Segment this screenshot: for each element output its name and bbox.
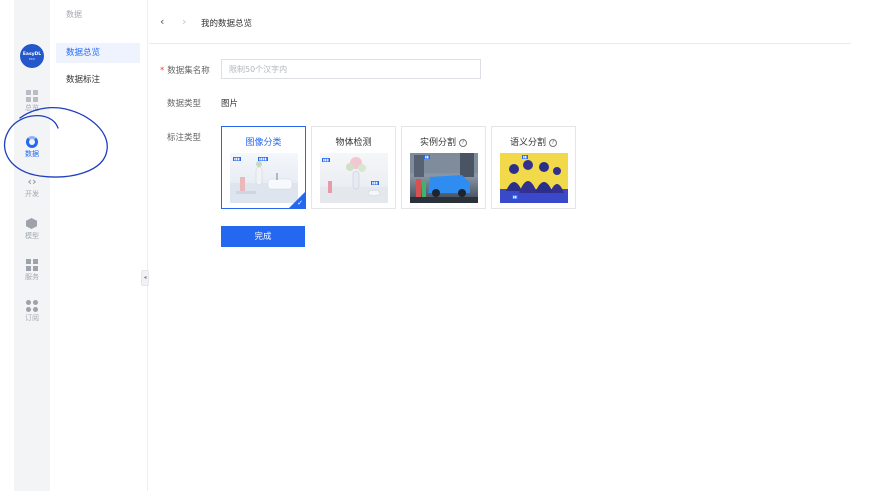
annotation-card-semantic-segmentation[interactable]: 语义分割? ▮▮ ▮▮ bbox=[491, 126, 576, 209]
annotation-tag: ▮▮▮▮ bbox=[258, 157, 268, 161]
rail-item-label: 服务 bbox=[25, 273, 39, 281]
logo-subtext: PRO bbox=[28, 56, 36, 61]
annotation-tag: ▮▮ bbox=[424, 155, 430, 159]
cube-icon bbox=[26, 218, 38, 230]
collapse-sidebar-handle[interactable]: ◂ bbox=[141, 270, 149, 286]
subscription-dots-icon bbox=[26, 300, 38, 312]
street-illustration bbox=[410, 153, 478, 203]
card-title-text: 语义分割 bbox=[509, 138, 546, 148]
back-button[interactable]: ‹ bbox=[160, 16, 164, 28]
rail-item-label: 模型 bbox=[25, 232, 39, 240]
subnav-item-data-annotation[interactable]: 数据标注 bbox=[56, 70, 140, 90]
forward-button[interactable]: › bbox=[182, 16, 186, 28]
data-type-label: 数据类型 bbox=[167, 99, 202, 109]
annotation-tag: ▮▮▮ bbox=[371, 181, 379, 185]
card-title: 物体检测 bbox=[335, 138, 372, 148]
annotation-card-instance-segmentation[interactable]: 实例分割? ▮▮ bbox=[401, 126, 486, 209]
annotation-card-object-detection[interactable]: 物体检测 ▮▮▮ ▮▮▮ bbox=[311, 126, 396, 209]
service-bars-icon bbox=[26, 259, 38, 271]
rail-item-label: 数据 bbox=[25, 150, 39, 158]
rail-item-develop[interactable]: ‹› 开发 bbox=[14, 175, 50, 199]
dataset-name-label: * 数据集名称 bbox=[160, 64, 210, 76]
annotation-type-label: 标注类型 bbox=[167, 133, 202, 143]
submit-button[interactable]: 完成 bbox=[221, 226, 305, 247]
vase-illustration bbox=[320, 157, 388, 203]
annotation-tag: ▮▮ bbox=[512, 195, 518, 199]
rail-item-overview[interactable]: 总览 bbox=[14, 90, 50, 112]
card-title: 实例分割? bbox=[402, 135, 485, 148]
card-title-text: 实例分割 bbox=[419, 138, 456, 148]
rail-item-subscription[interactable]: 订阅 bbox=[14, 300, 50, 322]
overview-grid-icon bbox=[26, 90, 38, 102]
subnav-heading: 数据 bbox=[66, 10, 82, 19]
annotation-tag: ▮▮▮ bbox=[322, 158, 330, 162]
instance-sample-image: ▮▮ bbox=[410, 153, 478, 203]
classification-sample-image: ▮▮▮ ▮▮▮▮ bbox=[230, 153, 298, 203]
dataset-name-label-text: 数据集名称 bbox=[167, 66, 210, 76]
rail-item-label: 总览 bbox=[25, 104, 39, 112]
data-type-value: 图片 bbox=[221, 99, 239, 109]
code-icon: ‹› bbox=[27, 175, 37, 188]
checkmark-icon: ✓ bbox=[297, 199, 303, 207]
rail-item-label: 开发 bbox=[25, 190, 39, 198]
page-header: ‹ › 我的数据总览 bbox=[149, 0, 851, 44]
subnav-item-data-overview[interactable]: 数据总览 bbox=[56, 43, 140, 63]
easydl-logo[interactable]: EasyDL PRO bbox=[20, 44, 44, 68]
secondary-nav: 数据 数据总览 数据标注 bbox=[50, 0, 148, 491]
card-title: 语义分割? bbox=[492, 135, 575, 148]
rail-item-label: 订阅 bbox=[25, 314, 39, 322]
data-ring-icon bbox=[26, 136, 38, 148]
detection-sample-image: ▮▮▮ ▮▮▮ bbox=[320, 153, 388, 203]
rail-item-data[interactable]: 数据 bbox=[14, 136, 50, 158]
annotation-card-image-classification[interactable]: 图像分类 ▮▮▮ ▮▮▮▮ ✓ bbox=[221, 126, 306, 209]
breadcrumb: 我的数据总览 bbox=[201, 19, 253, 29]
people-silhouette-illustration bbox=[500, 153, 568, 203]
help-icon[interactable]: ? bbox=[549, 139, 557, 147]
annotation-tag: ▮▮▮ bbox=[233, 157, 241, 161]
card-title: 图像分类 bbox=[245, 138, 282, 148]
dataset-name-input[interactable] bbox=[221, 59, 481, 79]
semantic-sample-image: ▮▮ ▮▮ bbox=[500, 153, 568, 203]
app-root: EasyDL PRO 总览 数据 ‹› 开发 模型 服务 订阅 数据 数据总览 … bbox=[0, 0, 881, 491]
annotation-tag: ▮▮ bbox=[522, 155, 528, 159]
rail-item-model[interactable]: 模型 bbox=[14, 218, 50, 240]
icon-rail: EasyDL PRO 总览 数据 ‹› 开发 模型 服务 订阅 bbox=[14, 0, 50, 491]
required-mark: * bbox=[160, 66, 165, 76]
rail-item-service[interactable]: 服务 bbox=[14, 259, 50, 281]
help-icon[interactable]: ? bbox=[459, 139, 467, 147]
